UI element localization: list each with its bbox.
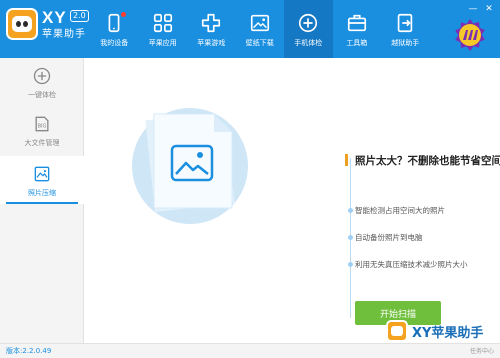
sidebar-item-label: 大文件管理 xyxy=(24,138,60,147)
headline-accent-bar xyxy=(345,154,348,166)
nav-apple-apps[interactable]: 苹果应用 xyxy=(139,0,188,58)
nav-label: 苹果应用 xyxy=(148,38,177,47)
sidebar: 一键体检 BIG 大文件管理 照片压缩 xyxy=(0,58,84,343)
nav-phone-checkup[interactable]: 手机体检 xyxy=(284,0,333,58)
exit-door-icon xyxy=(398,13,413,32)
window-controls: — ✕ xyxy=(468,4,494,14)
first-badge-icon xyxy=(455,19,485,51)
nav-toolbox[interactable]: 工具箱 xyxy=(333,0,382,58)
main-nav: 我的设备 苹果应用 苹果游戏 壁纸下载 手机体检 工具箱 越狱助手 xyxy=(90,0,430,58)
feature-item: 利用无失真压缩技术减少照片大小 xyxy=(355,260,468,269)
feature-item: 自动备份照片到电脑 xyxy=(355,233,423,242)
photo-illustration-icon xyxy=(132,108,248,224)
big-file-icon: BIG xyxy=(35,116,49,131)
app-logo-icon xyxy=(6,8,38,40)
svg-text:BIG: BIG xyxy=(38,123,47,129)
task-center-link[interactable]: 任务中心 xyxy=(470,346,494,355)
version-label: 版本:2.2.0.49 xyxy=(6,347,52,355)
photo-icon xyxy=(34,166,50,181)
sidebar-item-big-files[interactable]: BIG 大文件管理 xyxy=(0,106,84,154)
main-panel: 照片太大？不删除也能节省空间！ 智能检测占用空间大的照片 自动备份照片到电脑 利… xyxy=(85,58,500,343)
notification-dot xyxy=(121,12,126,17)
nav-label: 壁纸下载 xyxy=(245,38,274,47)
feature-item: 智能检测占用空间大的照片 xyxy=(355,206,445,215)
minimize-button[interactable]: — xyxy=(468,4,478,14)
toolbox-icon xyxy=(347,14,366,31)
brand-name: 苹果助手 xyxy=(42,29,86,40)
timeline-dot xyxy=(348,208,353,213)
apps-grid-icon xyxy=(153,13,172,32)
plus-circle-icon xyxy=(33,67,51,84)
watermark: XY苹果助手 xyxy=(386,320,483,342)
nav-label: 工具箱 xyxy=(346,38,368,47)
gamepad-icon xyxy=(202,13,221,32)
nav-wallpaper[interactable]: 壁纸下载 xyxy=(236,0,285,58)
sidebar-item-label: 一键体检 xyxy=(28,90,56,99)
nav-label: 越狱助手 xyxy=(391,38,420,47)
nav-label: 苹果游戏 xyxy=(197,38,226,47)
nav-label: 我的设备 xyxy=(100,38,129,47)
status-bar: 版本:2.2.0.49 任务中心 xyxy=(0,343,500,358)
nav-label: 手机体检 xyxy=(294,38,323,47)
close-button[interactable]: ✕ xyxy=(484,4,494,14)
sidebar-item-label: 照片压缩 xyxy=(28,188,56,197)
app-brand: XY 2.0 苹果助手 xyxy=(42,9,89,42)
timeline-dot xyxy=(348,235,353,240)
sidebar-item-checkup[interactable]: 一键体检 xyxy=(0,58,84,106)
watermark-text: XY苹果助手 xyxy=(412,325,484,341)
watermark-logo-icon xyxy=(386,320,408,342)
nav-apple-games[interactable]: 苹果游戏 xyxy=(187,0,236,58)
sidebar-item-photo-compress[interactable]: 照片压缩 xyxy=(0,156,84,204)
image-icon xyxy=(250,14,269,31)
nav-jailbreak[interactable]: 越狱助手 xyxy=(381,0,430,58)
plus-circle-icon xyxy=(299,13,318,32)
version-badge: 2.0 xyxy=(70,10,89,22)
headline-text: 照片太大？不删除也能节省空间！ xyxy=(355,155,500,167)
top-bar: XY 2.0 苹果助手 我的设备 苹果应用 苹果游戏 壁纸下载 手机体检 工具箱 xyxy=(0,0,500,58)
nav-my-device[interactable]: 我的设备 xyxy=(90,0,139,58)
timeline-dot xyxy=(348,262,353,267)
